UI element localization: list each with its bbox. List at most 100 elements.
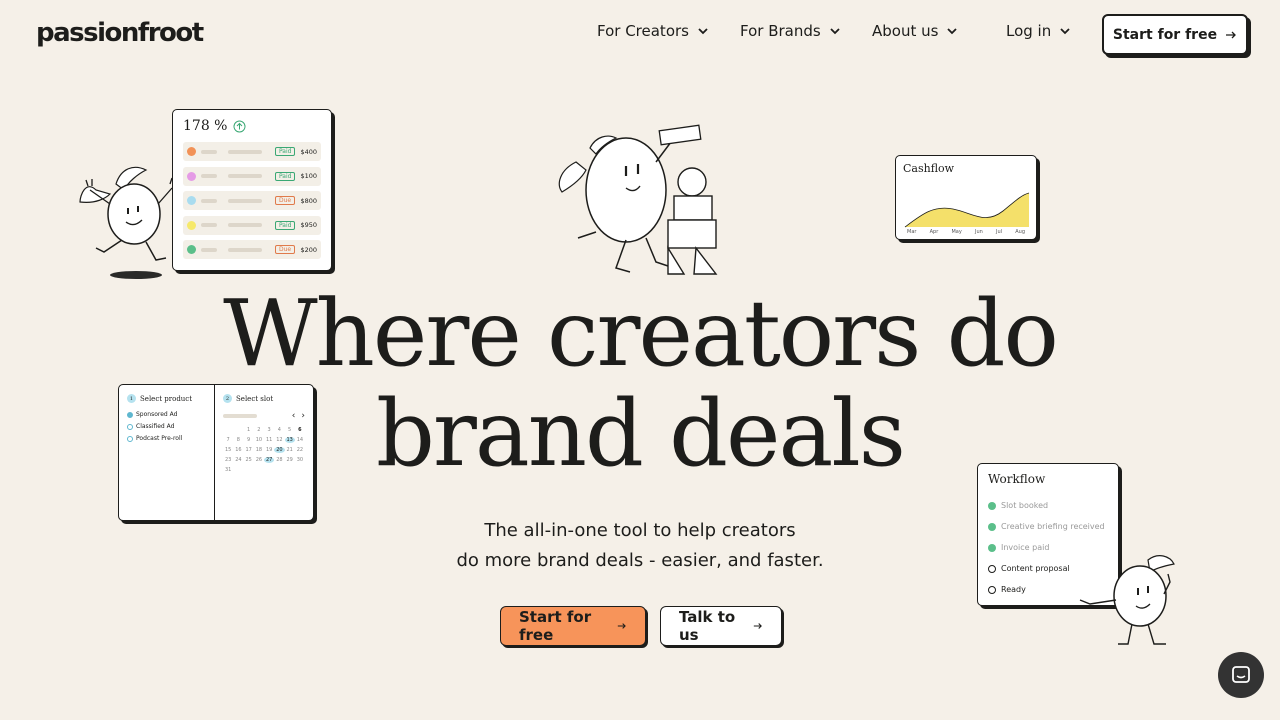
step-label: Slot booked xyxy=(1001,501,1049,510)
nav-log-in[interactable]: Log in xyxy=(1006,22,1071,40)
month-label: Mar xyxy=(907,229,917,235)
product-option[interactable]: Podcast Pre-roll xyxy=(127,435,206,442)
nav-about-us[interactable]: About us xyxy=(872,22,958,40)
chat-launcher-button[interactable] xyxy=(1218,652,1264,698)
button-label: Talk to us xyxy=(679,608,736,644)
workflow-step: Creative briefing received xyxy=(988,516,1108,537)
calendar-day[interactable]: 13 xyxy=(284,437,295,443)
calendar-day[interactable]: 18 xyxy=(254,447,264,453)
nav-label: For Brands xyxy=(740,22,821,40)
status-badge: Due xyxy=(275,245,296,254)
status-badge: Paid xyxy=(274,171,296,181)
calendar-day[interactable]: 11 xyxy=(264,437,274,443)
nav-label: About us xyxy=(872,22,939,40)
payment-row: Due $200 xyxy=(183,240,321,259)
nav-for-creators[interactable]: For Creators xyxy=(597,22,709,40)
fruit-character-jumping-illustration xyxy=(79,166,179,279)
check-icon xyxy=(988,501,996,510)
calendar-day[interactable]: 7 xyxy=(223,437,233,443)
nav-for-brands[interactable]: For Brands xyxy=(740,22,841,40)
headline-line-1: Where creators do xyxy=(223,280,1059,387)
cashflow-area-graph xyxy=(904,192,1030,228)
calendar-day[interactable]: 21 xyxy=(285,447,295,453)
nav-start-for-free-button[interactable]: Start for free xyxy=(1102,14,1248,55)
status-dot xyxy=(187,147,196,156)
chevron-down-icon xyxy=(830,28,840,35)
chevron-down-icon xyxy=(947,28,958,35)
payment-row: Paid $950 xyxy=(183,215,321,235)
payment-amount: $800 xyxy=(300,196,317,205)
step-label: Invoice paid xyxy=(1001,543,1050,552)
trend-up-icon xyxy=(233,120,246,132)
option-label: Podcast Pre-roll xyxy=(136,435,183,442)
month-placeholder xyxy=(223,414,257,418)
hero-cta-row: Start for free Talk to us xyxy=(500,606,782,646)
calendar-day[interactable]: 27 xyxy=(264,457,275,463)
radio-icon xyxy=(127,435,133,442)
status-dot xyxy=(187,245,196,254)
arrow-right-icon xyxy=(1226,31,1236,38)
status-badge: Paid xyxy=(274,220,296,230)
calendar-day[interactable]: 15 xyxy=(223,447,233,453)
calendar-day[interactable]: 16 xyxy=(233,447,243,453)
start-for-free-button[interactable]: Start for free xyxy=(500,606,646,646)
calendar-day[interactable]: 19 xyxy=(264,447,274,453)
payment-amount: $950 xyxy=(300,221,317,229)
calendar-day[interactable]: 30 xyxy=(295,457,305,463)
calendar-day[interactable]: 22 xyxy=(295,447,305,453)
calendar-day[interactable]: 12 xyxy=(274,437,284,443)
step-number: 1 xyxy=(127,394,136,403)
chat-icon xyxy=(1232,666,1250,683)
calendar-day[interactable]: 4 xyxy=(274,427,284,433)
button-label: Start for free xyxy=(519,608,592,644)
month-label: Apr xyxy=(929,229,939,235)
calendar-day[interactable]: 24 xyxy=(233,457,243,463)
calendar-grid: 1 2 3 4 5 6 7 8 9 10 11 12 13 14 15 16 17 18 19 20 21 22 23 24 2… xyxy=(223,427,305,473)
workflow-step: Slot booked xyxy=(988,495,1108,516)
step-label: Select slot xyxy=(236,394,274,403)
calendar-empty-cell xyxy=(223,427,233,433)
product-option[interactable]: Sponsored Ad xyxy=(127,411,206,418)
calendar-day[interactable]: 26 xyxy=(254,457,264,463)
step-label: Ready xyxy=(1001,585,1026,594)
calendar-day[interactable]: 8 xyxy=(233,437,243,443)
calendar-day[interactable]: 17 xyxy=(244,447,254,453)
top-nav: For Creators For Brands About us Log in xyxy=(0,22,1280,48)
calendar-day[interactable]: 20 xyxy=(274,447,285,453)
payment-amount: $400 xyxy=(300,147,317,156)
payments-growth: 178 % xyxy=(183,118,321,134)
calendar-empty-cell xyxy=(233,427,243,433)
payment-row: Due $800 xyxy=(183,191,321,210)
calendar-day[interactable]: 10 xyxy=(254,437,264,443)
talk-to-us-button[interactable]: Talk to us xyxy=(660,606,782,646)
check-icon xyxy=(988,522,996,531)
step-label: Creative briefing received xyxy=(1001,522,1105,531)
status-badge: Due xyxy=(275,196,296,205)
calendar-day[interactable]: 2 xyxy=(254,427,264,433)
chevron-right-icon[interactable]: › xyxy=(301,411,305,421)
chevron-left-icon[interactable]: ‹ xyxy=(292,411,296,421)
calendar-day[interactable]: 9 xyxy=(244,437,254,443)
calendar-day[interactable]: 28 xyxy=(274,457,284,463)
calendar-day[interactable]: 31 xyxy=(223,467,233,473)
calendar-day[interactable]: 23 xyxy=(223,457,233,463)
circle-icon xyxy=(988,585,996,594)
cashflow-months: Mar Apr May Jun Jul Aug xyxy=(903,229,1029,235)
radio-icon xyxy=(127,411,133,418)
calendar-day[interactable]: 6 xyxy=(295,427,305,433)
calendar-day[interactable]: 3 xyxy=(264,427,274,433)
calendar-day[interactable]: 29 xyxy=(285,457,295,463)
radio-icon xyxy=(127,423,133,430)
chevron-down-icon xyxy=(698,28,708,35)
calendar-day[interactable]: 5 xyxy=(285,427,295,433)
calendar-day[interactable]: 1 xyxy=(244,427,254,433)
select-slot-panel: 2 Select slot ‹ › 1 2 3 4 5 6 7 8 9 10 11 12 13 14 15 1… xyxy=(215,385,313,520)
status-dot xyxy=(187,220,196,230)
button-label: Start for free xyxy=(1112,26,1218,43)
cashflow-title: Cashflow xyxy=(903,162,955,175)
month-label: Jun xyxy=(975,229,983,235)
calendar-day[interactable]: 14 xyxy=(295,437,305,443)
calendar-day[interactable]: 25 xyxy=(244,457,254,463)
circle-icon xyxy=(988,564,996,573)
product-option[interactable]: Classified Ad xyxy=(127,423,206,430)
